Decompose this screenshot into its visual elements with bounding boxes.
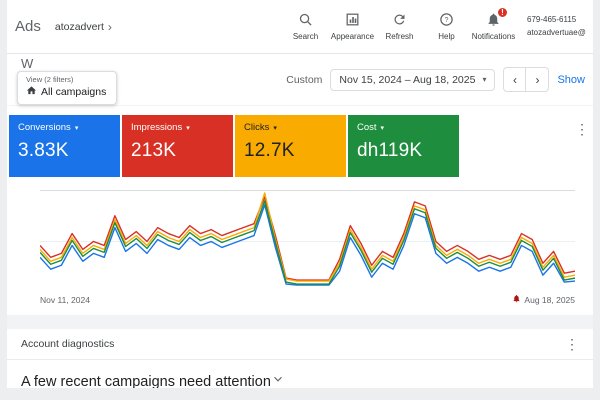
section-divider bbox=[7, 315, 593, 329]
axis-end-label: Aug 18, 2025 bbox=[524, 294, 575, 305]
next-range-button[interactable]: › bbox=[526, 68, 548, 91]
home-icon bbox=[26, 85, 37, 99]
contact-phone: 679-465-6115 bbox=[527, 14, 577, 24]
performance-line-chart bbox=[40, 190, 575, 290]
account-diagnostics-card: Account diagnostics ⋮ A few recent campa… bbox=[7, 329, 593, 388]
chart-series-svg bbox=[40, 191, 575, 290]
contact-email: atozadvertuae@ bbox=[527, 27, 586, 37]
chevron-down-icon: ▾ bbox=[482, 75, 487, 84]
topbar: Ads atozadvert › Search Appearance Refre… bbox=[7, 0, 593, 54]
scorecard-label: Impressions bbox=[131, 122, 183, 133]
chart-options-kebab-icon[interactable]: ⋮ bbox=[575, 122, 589, 136]
chevron-down-icon: ▾ bbox=[273, 124, 277, 132]
scorecard-value: dh119K bbox=[357, 140, 423, 161]
date-mode-label: Custom bbox=[286, 73, 323, 86]
diagnostics-alert-row[interactable]: A few recent campaigns need attention bbox=[7, 360, 593, 388]
scorecard-clicks[interactable]: Clicks ▾ 12.7K bbox=[235, 115, 346, 177]
search-label: Search bbox=[292, 32, 319, 41]
refresh-button[interactable]: Refresh bbox=[376, 12, 423, 41]
ads-logo[interactable]: Ads bbox=[15, 18, 41, 35]
annotation-bell-icon bbox=[512, 294, 521, 305]
search-icon bbox=[298, 12, 313, 29]
campaign-filter-chip[interactable]: View (2 filters) All campaigns bbox=[17, 71, 118, 105]
account-switcher[interactable]: atozadvert › bbox=[55, 20, 112, 34]
show-link[interactable]: Show bbox=[557, 74, 585, 86]
diagnostics-title: Account diagnostics bbox=[21, 338, 115, 350]
diagnostics-alert-text: A few recent campaigns need attention bbox=[21, 373, 271, 389]
filter-scope-label: All campaigns bbox=[41, 86, 107, 98]
account-name: atozadvert bbox=[54, 20, 104, 33]
appearance-chart-icon bbox=[345, 12, 360, 29]
overview-toolbar: W View (2 filters) All campaigns Custom … bbox=[7, 54, 593, 106]
appearance-label: Appearance bbox=[330, 32, 375, 41]
chevron-right-icon: › bbox=[107, 19, 112, 34]
scorecard-value: 213K bbox=[131, 140, 177, 161]
help-button[interactable]: ? Help bbox=[423, 12, 470, 41]
svg-text:?: ? bbox=[445, 17, 449, 24]
scorecard-label: Cost bbox=[357, 122, 377, 133]
scorecard-value: 3.83K bbox=[18, 140, 69, 161]
notifications-label: Notifications bbox=[471, 32, 516, 41]
previous-range-button[interactable]: ‹ bbox=[504, 68, 527, 91]
scorecard-impressions[interactable]: Impressions ▾ 213K bbox=[122, 115, 233, 177]
axis-start-label: Nov 11, 2024 bbox=[40, 294, 90, 305]
help-label: Help bbox=[438, 32, 455, 41]
chevron-down-icon: ▾ bbox=[380, 124, 385, 132]
date-range-value: Nov 15, 2024 – Aug 18, 2025 bbox=[339, 73, 476, 86]
date-range-select[interactable]: Nov 15, 2024 – Aug 18, 2025 ▾ bbox=[330, 68, 496, 91]
page-title-partial: W bbox=[21, 56, 34, 71]
date-range-pager: ‹ › bbox=[503, 67, 550, 92]
scorecard-conversions[interactable]: Conversions ▾ 3.83K bbox=[9, 115, 120, 177]
filter-view-label: View (2 filters) bbox=[26, 75, 74, 84]
search-button[interactable]: Search bbox=[282, 12, 329, 41]
diagnostics-kebab-icon[interactable]: ⋮ bbox=[565, 337, 579, 351]
help-icon: ? bbox=[439, 12, 454, 29]
topbar-actions: Search Appearance Refresh ? Help ! Notif… bbox=[282, 7, 517, 41]
scorecard-label: Conversions bbox=[18, 122, 71, 133]
scorecard-label: Clicks bbox=[244, 122, 270, 133]
scorecard-cost[interactable]: Cost ▾ dh119K bbox=[348, 115, 459, 177]
chevron-down-icon: ▾ bbox=[186, 124, 190, 132]
chevron-down-icon: ▾ bbox=[74, 124, 79, 132]
chart-x-axis: Nov 11, 2024 Aug 18, 2025 bbox=[40, 294, 575, 305]
scorecard-value: 12.7K bbox=[244, 140, 295, 161]
notifications-button[interactable]: ! Notifications bbox=[470, 7, 517, 41]
scorecards-row: Conversions ▾ 3.83K Impressions ▾ 213K Cli… bbox=[7, 106, 593, 177]
notification-badge: ! bbox=[497, 7, 508, 18]
chevron-down-icon bbox=[271, 372, 285, 388]
refresh-icon bbox=[392, 12, 407, 29]
google-ads-window: Ads atozadvert › Search Appearance Refre… bbox=[7, 0, 593, 388]
diagnostics-header: Account diagnostics ⋮ bbox=[7, 329, 593, 360]
account-contact-info: 679-465-6115 atozadvertuae@ bbox=[527, 14, 593, 40]
refresh-label: Refresh bbox=[385, 32, 414, 41]
appearance-button[interactable]: Appearance bbox=[329, 12, 376, 41]
